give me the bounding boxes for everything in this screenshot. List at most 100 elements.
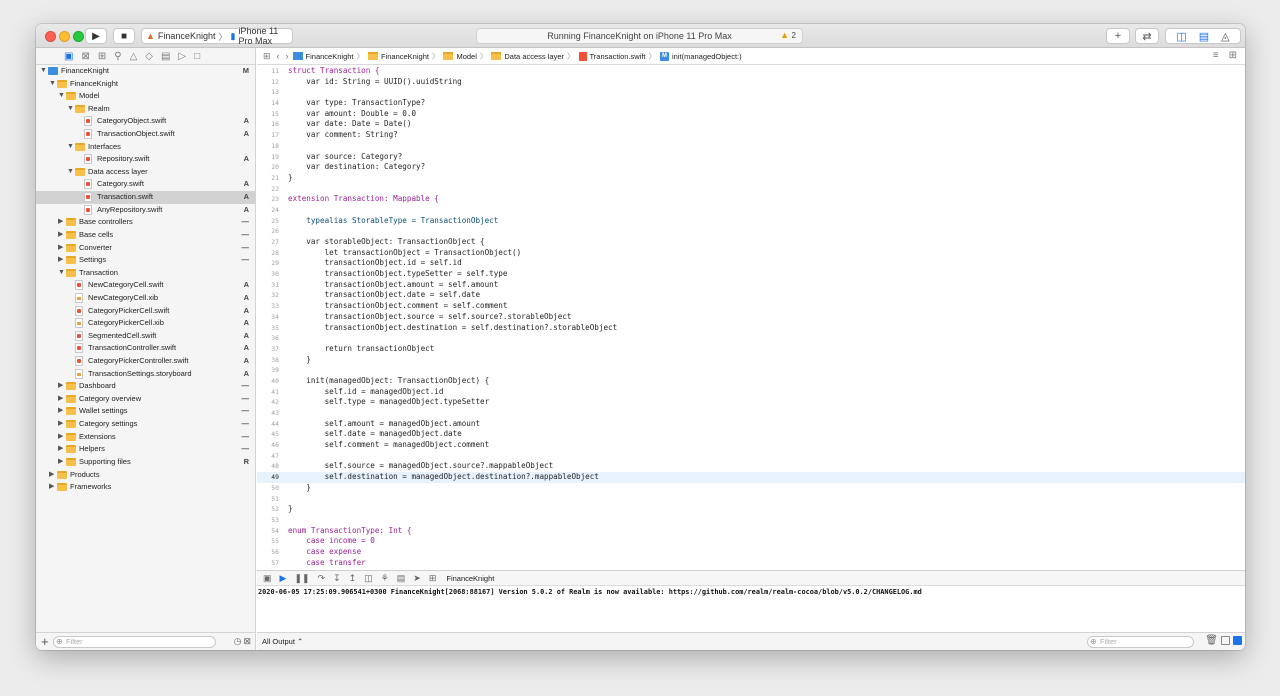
view-debugger-icon[interactable]: ◫ — [364, 573, 373, 584]
tree-group[interactable]: ▶ Supporting files R — [36, 456, 255, 469]
disclosure-open-icon[interactable]: ▼ — [49, 78, 57, 91]
tree-file[interactable]: NewCategoryCell.swift A — [36, 279, 255, 292]
tree-group[interactable]: ▶ Dashboard — — [36, 380, 255, 393]
tree-group[interactable]: ▼ Realm — [36, 103, 255, 116]
tree-file[interactable]: SegmentedCell.swift A — [36, 330, 255, 343]
library-button[interactable]: + — [1106, 28, 1130, 44]
code-line[interactable]: 13 — [257, 87, 1245, 98]
tree-group[interactable]: ▼ Data access layer — [36, 166, 255, 179]
code-line[interactable]: 51 — [257, 494, 1245, 505]
code-line[interactable]: 22 — [257, 184, 1245, 195]
breakpoint-icon[interactable]: ▷ — [178, 51, 186, 62]
code-line[interactable]: 44 self.amount = managedObject.amount — [257, 419, 1245, 430]
tree-group[interactable]: ▶ Extensions — — [36, 431, 255, 444]
tree-group[interactable]: ▼ Transaction — [36, 267, 255, 280]
code-line[interactable]: 46 self.comment = managedObject.comment — [257, 440, 1245, 451]
disclosure-open-icon[interactable]: ▼ — [67, 103, 75, 116]
scheme-selector[interactable]: ▲ FinanceKnight 〉 ▮ iPhone 11 Pro Max — [141, 26, 293, 46]
modified-files-icon[interactable]: ⊠ — [243, 636, 251, 647]
memory-graph-icon[interactable]: ⚘ — [381, 573, 389, 584]
add-editor-icon[interactable]: ⊞ — [1229, 50, 1237, 61]
code-line[interactable]: 36 — [257, 333, 1245, 344]
tree-group[interactable]: ▼ FinanceKnight — [36, 78, 255, 91]
code-line[interactable]: 16 var date: Date = Date() — [257, 119, 1245, 130]
folder-icon[interactable]: ▣ — [64, 51, 73, 62]
code-line[interactable]: 57 case transfer — [257, 558, 1245, 569]
code-line[interactable]: 26 — [257, 226, 1245, 237]
code-line[interactable]: 48 self.source = managedObject.source?.m… — [257, 461, 1245, 472]
disclosure-open-icon[interactable]: ▼ — [67, 166, 75, 179]
code-line[interactable]: 24 — [257, 205, 1245, 216]
breadcrumb-item[interactable]: FinanceKnight 〉 — [368, 51, 439, 62]
tree-group[interactable]: ▼ Interfaces — [36, 141, 255, 154]
code-line[interactable]: 33 transactionObject.comment = self.comm… — [257, 301, 1245, 312]
breadcrumb-item[interactable]: Transaction.swift 〉 — [578, 51, 656, 62]
tree-group[interactable]: ▶ Products — [36, 469, 255, 482]
code-line[interactable]: 52} — [257, 504, 1245, 515]
code-line[interactable]: 19 var source: Category? — [257, 152, 1245, 163]
tree-group[interactable]: ▶ Category overview — — [36, 393, 255, 406]
code-line[interactable]: 27 var storableObject: TransactionObject… — [257, 237, 1245, 248]
code-line[interactable]: 21} — [257, 173, 1245, 184]
related-items-icon[interactable]: ⊞ — [263, 51, 271, 62]
disclosure-closed-icon[interactable]: ▶ — [58, 229, 66, 242]
breadcrumb-item[interactable]: Data access layer 〉 — [491, 51, 575, 62]
disclosure-closed-icon[interactable]: ▶ — [58, 216, 66, 229]
tree-file[interactable]: TransactionSettings.storyboard A — [36, 368, 255, 381]
disclosure-closed-icon[interactable]: ▶ — [58, 443, 66, 456]
tree-file[interactable]: Transaction.swift A — [36, 191, 255, 204]
code-line[interactable]: 25 typealias StorableType = TransactionO… — [257, 216, 1245, 227]
minimize-window-button[interactable] — [59, 31, 70, 42]
tree-group[interactable]: ▼ FinanceKnight M — [36, 65, 255, 78]
code-line[interactable]: 20 var destination: Category? — [257, 162, 1245, 173]
tree-group[interactable]: ▶ Settings — — [36, 254, 255, 267]
pause-icon[interactable]: ❚❚ — [294, 573, 309, 584]
disclosure-open-icon[interactable]: ▼ — [58, 90, 66, 103]
run-button[interactable]: ▶ — [85, 28, 107, 44]
disclosure-open-icon[interactable]: ▼ — [67, 141, 75, 154]
tree-group[interactable]: ▶ Wallet settings — — [36, 405, 255, 418]
code-review-button[interactable]: ⇄ — [1135, 28, 1159, 44]
breadcrumb-item[interactable]: Minit(managedObject:) — [660, 51, 742, 61]
tree-file[interactable]: AnyRepository.swift A — [36, 204, 255, 217]
code-line[interactable]: 15 var amount: Double = 0.0 — [257, 109, 1245, 120]
code-line[interactable]: 49 self.destination = managedObject.dest… — [257, 472, 1245, 483]
left-panel-icon[interactable]: ◫ — [1176, 30, 1186, 43]
tree-file[interactable]: Category.swift A — [36, 178, 255, 191]
tree-group[interactable]: ▶ Category settings — — [36, 418, 255, 431]
disclosure-closed-icon[interactable]: ▶ — [58, 431, 66, 444]
code-line[interactable]: 42 self.type = managedObject.typeSetter — [257, 397, 1245, 408]
console-filter-input[interactable]: Filter — [1087, 636, 1194, 648]
hide-debug-area-icon[interactable]: ▣ — [263, 573, 272, 584]
code-line[interactable]: 18 — [257, 141, 1245, 152]
navigator-filter-input[interactable]: Filter — [53, 636, 216, 648]
code-line[interactable]: 54 enum TransactionType: Int { — [257, 526, 1245, 537]
output-scope-selector[interactable]: All Output ⌃ — [262, 637, 303, 646]
source-editor[interactable]: 11 struct Transaction {12 var id: String … — [257, 66, 1245, 569]
breadcrumb-item[interactable]: FinanceKnight 〉 — [292, 51, 364, 62]
code-line[interactable]: 32 transactionObject.date = self.date — [257, 290, 1245, 301]
recent-files-icon[interactable]: ◷ — [234, 636, 242, 647]
tree-group[interactable]: ▶ Base cells — — [36, 229, 255, 242]
tree-file[interactable]: TransactionController.swift A — [36, 342, 255, 355]
tree-file[interactable]: CategoryPickerCell.swift A — [36, 305, 255, 318]
disclosure-open-icon[interactable]: ▼ — [40, 65, 48, 78]
tree-group[interactable]: ▶ Base controllers — — [36, 216, 255, 229]
bottom-panel-icon[interactable]: ▤ — [1199, 30, 1209, 43]
step-over-icon[interactable]: ↷ — [318, 573, 326, 584]
tree-group[interactable]: ▶ Converter — — [36, 242, 255, 255]
code-line[interactable]: 11 struct Transaction { — [257, 66, 1245, 77]
tree-file[interactable]: CategoryPickerController.swift A — [36, 355, 255, 368]
disclosure-closed-icon[interactable]: ▶ — [58, 380, 66, 393]
stop-button[interactable]: ■ — [113, 28, 135, 44]
breadcrumb-item[interactable]: Model 〉 — [443, 51, 487, 62]
code-line[interactable]: 56 case expense — [257, 547, 1245, 558]
code-line[interactable]: 12 var id: String = UUID().uuidString — [257, 77, 1245, 88]
step-into-icon[interactable]: ↧ — [333, 573, 341, 584]
right-panel-icon[interactable]: ◬ — [1221, 30, 1229, 43]
debug-icon[interactable]: ▤ — [161, 51, 170, 62]
disclosure-closed-icon[interactable]: ▶ — [58, 405, 66, 418]
code-line[interactable]: 35 transactionObject.destination = self.… — [257, 323, 1245, 334]
trash-icon[interactable]: 🗑 — [1205, 635, 1218, 646]
code-line[interactable]: 43 — [257, 408, 1245, 419]
